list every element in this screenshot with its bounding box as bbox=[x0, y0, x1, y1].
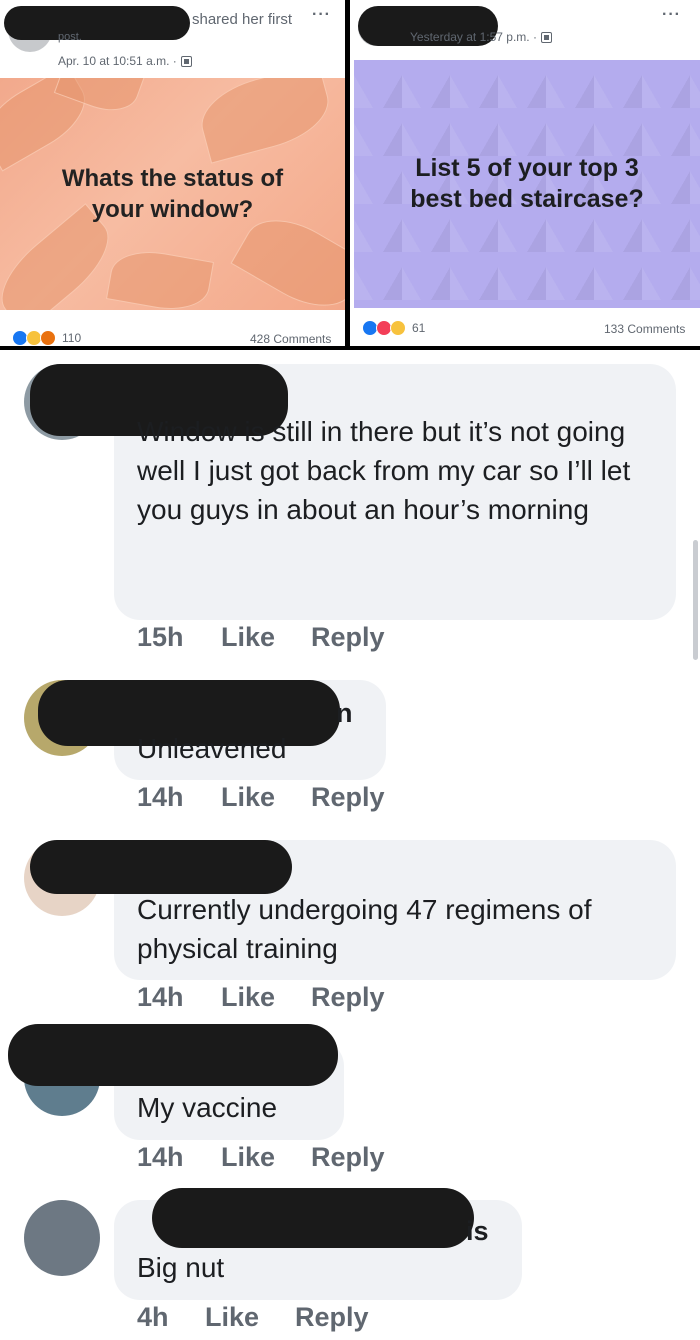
reply-button[interactable]: Reply bbox=[311, 622, 385, 653]
leaf-decoration bbox=[105, 244, 215, 310]
commenter-name-fragment[interactable]: n bbox=[336, 698, 353, 729]
like-button[interactable]: Like bbox=[221, 1142, 311, 1173]
redacted-name bbox=[30, 840, 292, 894]
comments-count[interactable]: 133 Comments bbox=[604, 322, 685, 336]
haha-reaction-icon bbox=[390, 320, 406, 336]
comments-count[interactable]: 428 Comments bbox=[250, 332, 331, 346]
comment-actions: 15h Like Reply bbox=[137, 622, 385, 653]
audience-icon bbox=[540, 31, 552, 43]
reply-button[interactable]: Reply bbox=[295, 1302, 369, 1333]
comment-text: Unleavened bbox=[137, 733, 287, 764]
scrollbar[interactable] bbox=[693, 540, 698, 660]
comment-actions: 14h Like Reply bbox=[137, 982, 385, 1013]
comment-time[interactable]: 14h bbox=[137, 1142, 221, 1173]
banner-text: Whats the status of your window? bbox=[61, 165, 284, 223]
more-dots-icon[interactable]: ··· bbox=[312, 6, 331, 24]
shared-posts-strip: shared her first post. ··· Apr. 10 at 10… bbox=[0, 0, 700, 350]
reply-button[interactable]: Reply bbox=[311, 782, 385, 813]
redacted-name bbox=[4, 6, 190, 40]
reaction-count: 110 bbox=[62, 331, 82, 345]
reaction-count: 61 bbox=[412, 321, 426, 335]
post-header-continuation: post. bbox=[58, 31, 82, 43]
like-button[interactable]: Like bbox=[221, 782, 311, 813]
post-banner[interactable]: List 5 of your top 3 best bed staircase? bbox=[354, 60, 700, 308]
commenter-name-fragment[interactable]: is bbox=[466, 1216, 489, 1247]
post-window-status: shared her first post. ··· Apr. 10 at 10… bbox=[0, 0, 345, 346]
banner-text: List 5 of your top 3 best bed staircase? bbox=[410, 154, 644, 213]
reply-button[interactable]: Reply bbox=[311, 1142, 385, 1173]
reaction-summary[interactable]: 61 bbox=[362, 320, 425, 336]
comment-actions: 4h Like Reply bbox=[137, 1302, 369, 1333]
like-button[interactable]: Like bbox=[221, 622, 311, 653]
timestamp-text: Yesterday at 1:57 p.m. · bbox=[410, 30, 537, 44]
reply-button[interactable]: Reply bbox=[311, 982, 385, 1013]
like-button[interactable]: Like bbox=[221, 982, 311, 1013]
post-timestamp[interactable]: Yesterday at 1:57 p.m. · bbox=[410, 30, 552, 44]
post-header-text: shared her first bbox=[192, 11, 293, 28]
redacted-name bbox=[8, 1024, 338, 1086]
reaction-summary[interactable]: 110 bbox=[12, 330, 81, 346]
like-button[interactable]: Like bbox=[205, 1302, 295, 1333]
audience-icon bbox=[180, 55, 192, 67]
post-banner[interactable]: Whats the status of your window? bbox=[0, 78, 345, 310]
post-header: shared her first post. ··· Apr. 10 at 10… bbox=[0, 0, 345, 78]
comment-time[interactable]: 14h bbox=[137, 782, 221, 813]
comment-time[interactable]: 14h bbox=[137, 982, 221, 1013]
comment-text: My vaccine bbox=[137, 1092, 278, 1123]
comment-actions: 14h Like Reply bbox=[137, 782, 385, 813]
post-bed-staircase: Yesterday at 1:57 p.m. · ··· List 5 of y… bbox=[350, 0, 700, 346]
comment-text: Currently undergoing 47 regimens of phys… bbox=[137, 894, 592, 964]
redacted-name bbox=[152, 1188, 474, 1248]
more-dots-icon[interactable]: ··· bbox=[662, 6, 681, 24]
comment-time[interactable]: 4h bbox=[137, 1302, 205, 1333]
timestamp-text: Apr. 10 at 10:51 a.m. · bbox=[58, 54, 177, 68]
avatar[interactable] bbox=[24, 1200, 100, 1276]
comment-text: Window is still in there but it’s not go… bbox=[137, 416, 631, 525]
comment-time[interactable]: 15h bbox=[137, 622, 221, 653]
post-timestamp[interactable]: Apr. 10 at 10:51 a.m. · bbox=[58, 54, 192, 68]
angry-reaction-icon bbox=[40, 330, 56, 346]
leaf-decoration bbox=[193, 78, 337, 164]
comment-actions: 14h Like Reply bbox=[137, 1142, 385, 1173]
comment-thread: Window is still in there but it’s not go… bbox=[0, 350, 700, 1340]
comment-text: Big nut bbox=[137, 1252, 225, 1283]
